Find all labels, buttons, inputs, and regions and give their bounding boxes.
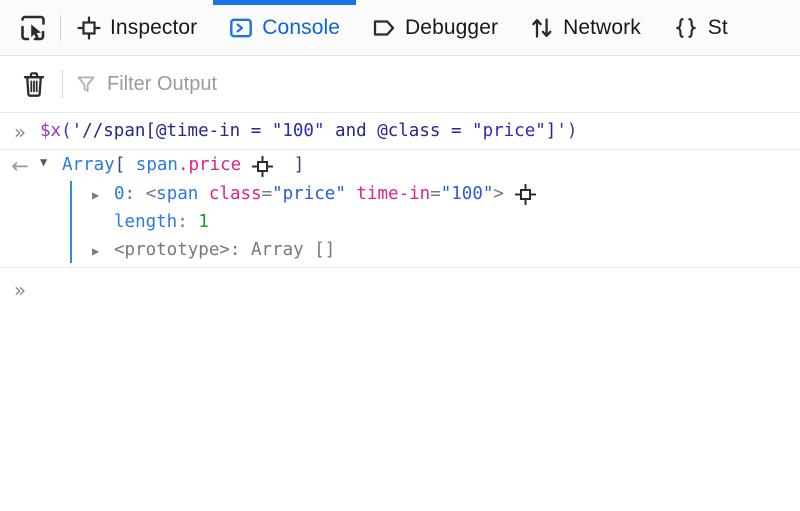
result-headline: Array[ span .price ] bbox=[62, 153, 800, 178]
length-value: 1 bbox=[198, 212, 209, 233]
child-index-label: 0: bbox=[114, 184, 136, 205]
expr-string-price: "price" bbox=[472, 121, 546, 141]
node-tag-name: span bbox=[156, 184, 199, 205]
prototype-colon: : bbox=[229, 240, 241, 261]
node-attr-timein-value: "100" bbox=[440, 184, 494, 205]
console-prompt-chevron-icon: » bbox=[13, 277, 27, 302]
tab-debugger-label: Debugger bbox=[405, 16, 499, 39]
console-result-row: ← ▼ Array[ span .price ] ▶ 0: < span class =… bbox=[0, 150, 800, 266]
console-filter-toolbar: Filter Output bbox=[0, 56, 800, 113]
tab-console[interactable]: Console bbox=[213, 0, 356, 55]
tab-network-label: Network bbox=[563, 16, 641, 39]
expr-quote-open: ' bbox=[71, 121, 83, 141]
tab-inspector[interactable]: Inspector bbox=[61, 0, 213, 55]
node-attr-class-name: class bbox=[208, 184, 262, 205]
result-type-label: Array bbox=[62, 155, 115, 176]
element-picker-icon bbox=[18, 13, 48, 43]
child-node-twisty[interactable]: ▶ bbox=[92, 189, 114, 201]
expr-close-paren: ) bbox=[566, 121, 578, 141]
result-child-prototype[interactable]: ▶ <prototype>: Array [] bbox=[92, 237, 800, 265]
network-arrows-icon bbox=[530, 16, 554, 40]
result-children: ▶ 0: < span class = "price" time-in = "100" > l… bbox=[62, 180, 800, 265]
debugger-tag-icon bbox=[372, 16, 396, 40]
node-close-bracket: > bbox=[493, 184, 504, 205]
result-child-length: length: 1 bbox=[92, 209, 800, 237]
devtools-window: Inspector Console Debugger Network St Fi… bbox=[0, 0, 800, 511]
node-attr-class-value: "price" bbox=[272, 184, 346, 205]
style-editor-braces-icon bbox=[673, 16, 699, 40]
node-attr-timein-name: time-in bbox=[356, 184, 431, 205]
node-open-bracket: < bbox=[145, 184, 157, 205]
result-bracket-close: ] bbox=[293, 155, 305, 176]
console-input-line[interactable]: » bbox=[0, 268, 800, 312]
console-input-echo-row[interactable]: » $x('//span[@time-in = "100" and @class… bbox=[0, 113, 800, 151]
node-attr-timein-eq: = bbox=[430, 184, 441, 205]
length-colon: : bbox=[177, 212, 188, 233]
result-expand-twisty[interactable]: ▼ bbox=[40, 153, 62, 172]
return-value-arrow-icon: ← bbox=[11, 154, 29, 179]
clear-console-button[interactable] bbox=[10, 62, 58, 106]
prototype-value: Array [] bbox=[251, 240, 336, 261]
funnel-icon bbox=[75, 73, 97, 95]
inspect-node-target-icon[interactable] bbox=[514, 184, 536, 206]
tab-style-editor-label: St bbox=[707, 16, 728, 39]
devtools-tab-bar: Inspector Console Debugger Network St bbox=[0, 0, 800, 56]
expr-quote-close: ' bbox=[556, 121, 567, 141]
inspect-node-target-icon[interactable] bbox=[251, 155, 273, 177]
result-preview-class[interactable]: .price bbox=[178, 153, 241, 178]
console-input-expression: $x('//span[@time-in = "100" and @class =… bbox=[40, 119, 577, 144]
filter-output-placeholder: Filter Output bbox=[107, 72, 218, 95]
result-child-node[interactable]: ▶ 0: < span class = "price" time-in = "100" > bbox=[92, 181, 800, 209]
console-chevron-icon bbox=[229, 16, 253, 40]
expr-xpath-mid: and @class = bbox=[324, 121, 473, 141]
expr-open-paren: ( bbox=[61, 121, 72, 141]
expr-string-100: "100" bbox=[271, 121, 325, 141]
tab-network[interactable]: Network bbox=[514, 0, 657, 55]
expr-function-name: $x bbox=[40, 121, 62, 141]
input-prompt-chevron-icon: » bbox=[13, 119, 27, 144]
prototype-key: <prototype> bbox=[114, 240, 230, 261]
tab-console-label: Console bbox=[262, 16, 341, 39]
trash-icon bbox=[21, 70, 47, 98]
filter-toolbar-divider bbox=[62, 70, 63, 98]
tab-debugger[interactable]: Debugger bbox=[356, 0, 514, 55]
element-picker-button[interactable] bbox=[6, 4, 60, 52]
inspector-square-icon bbox=[77, 15, 101, 40]
result-bracket-open: [ bbox=[114, 155, 126, 176]
result-preview-node[interactable]: span bbox=[136, 153, 178, 178]
tab-style-editor[interactable]: St bbox=[657, 0, 744, 55]
filter-output-input[interactable]: Filter Output bbox=[75, 66, 800, 102]
tab-inspector-label: Inspector bbox=[110, 16, 198, 39]
length-key: length bbox=[114, 212, 178, 233]
prototype-twisty[interactable]: ▶ bbox=[92, 245, 114, 257]
expr-xpath-end: ] bbox=[545, 121, 557, 141]
result-body: Array[ span .price ] ▶ 0: < span class = "pri… bbox=[62, 153, 800, 264]
expr-xpath-start: //span[@time-in = bbox=[82, 121, 272, 141]
console-output: » $x('//span[@time-in = "100" and @class… bbox=[0, 113, 800, 312]
node-attr-class-eq: = bbox=[261, 184, 273, 205]
